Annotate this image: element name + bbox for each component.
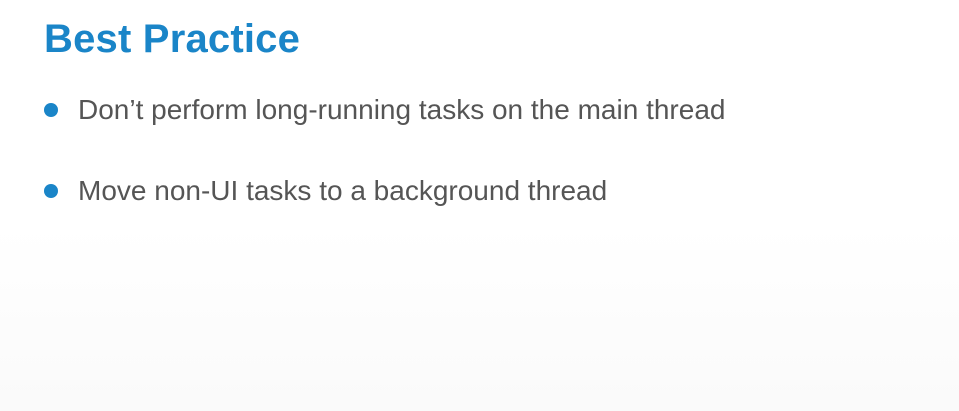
slide-title: Best Practice [44, 17, 301, 61]
bullet-text: Move non-UI tasks to a background thread [78, 175, 608, 206]
slide: Best Practice Don’t perform long-running… [0, 0, 959, 411]
bullet-dot-icon [44, 184, 58, 198]
bullet-list: Don’t perform long-running tasks on the … [44, 88, 725, 250]
bullet-item: Don’t perform long-running tasks on the … [44, 88, 725, 132]
bullet-text: Don’t perform long-running tasks on the … [78, 94, 726, 125]
bullet-item: Move non-UI tasks to a background thread [44, 169, 725, 213]
bullet-dot-icon [44, 103, 58, 117]
